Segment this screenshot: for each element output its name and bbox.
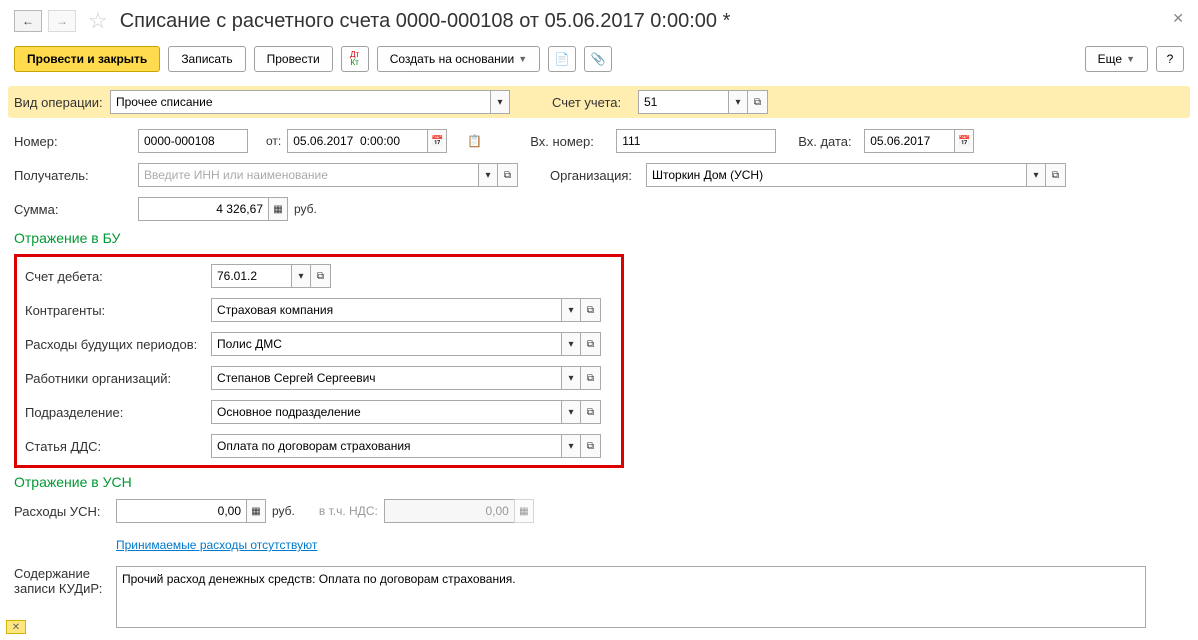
- more-button[interactable]: Еще ▼: [1085, 46, 1148, 72]
- in-date-input[interactable]: [864, 129, 954, 153]
- usn-expenses-input[interactable]: [116, 499, 246, 523]
- dtkt-button[interactable]: ДтКт: [341, 46, 369, 72]
- operation-type-label: Вид операции:: [14, 95, 104, 110]
- page-title: Списание с расчетного счета 0000-000108 …: [120, 10, 731, 33]
- more-label: Еще: [1098, 52, 1122, 66]
- favorite-icon[interactable]: ☆: [88, 8, 108, 34]
- sum-currency: руб.: [294, 202, 317, 216]
- number-label: Номер:: [14, 134, 132, 149]
- in-number-label: Вх. номер:: [530, 134, 610, 149]
- dropdown-button[interactable]: ▾: [478, 163, 498, 187]
- calendar-button[interactable]: 📅: [954, 129, 974, 153]
- workers-input[interactable]: [211, 366, 561, 390]
- bu-section-title: Отражение в БУ: [14, 230, 1184, 246]
- open-button[interactable]: ⧉: [581, 298, 601, 322]
- recipient-input[interactable]: [138, 163, 478, 187]
- open-button[interactable]: ⧉: [581, 434, 601, 458]
- create-based-on-label: Создать на основании: [390, 52, 515, 66]
- organization-label: Организация:: [550, 168, 640, 183]
- account-input[interactable]: [638, 90, 728, 114]
- dropdown-button[interactable]: ▾: [1026, 163, 1046, 187]
- calculator-button[interactable]: ▦: [246, 499, 266, 523]
- kudir-label: Содержание записи КУДиР:: [14, 566, 110, 596]
- chevron-down-icon: ▼: [1126, 54, 1135, 64]
- incl-vat-input: [384, 499, 514, 523]
- report-icon-button[interactable]: 📄: [548, 46, 576, 72]
- dropdown-button[interactable]: ▾: [728, 90, 748, 114]
- chevron-down-icon: ▼: [518, 54, 527, 64]
- debit-account-label: Счет дебета:: [25, 269, 205, 284]
- attach-icon-button[interactable]: 📎: [584, 46, 612, 72]
- from-label: от:: [266, 134, 281, 148]
- dropdown-button[interactable]: ▾: [561, 298, 581, 322]
- nav-forward-button[interactable]: →: [48, 10, 76, 32]
- future-expenses-input[interactable]: [211, 332, 561, 356]
- highlighted-bu-block: Счет дебета: ▾ ⧉ Контрагенты: ▾ ⧉ Расход…: [14, 254, 624, 468]
- open-button[interactable]: ⧉: [581, 366, 601, 390]
- sum-input[interactable]: [138, 197, 268, 221]
- calculator-button[interactable]: ▦: [268, 197, 288, 221]
- open-button[interactable]: ⧉: [311, 264, 331, 288]
- post-and-close-button[interactable]: Провести и закрыть: [14, 46, 160, 72]
- status-check-icon[interactable]: 📋: [467, 134, 482, 148]
- calculator-button: ▦: [514, 499, 534, 523]
- counterparty-input[interactable]: [211, 298, 561, 322]
- open-button[interactable]: ⧉: [498, 163, 518, 187]
- bottom-indicator-button[interactable]: ✕: [6, 620, 26, 634]
- kudir-textarea[interactable]: [116, 566, 1146, 628]
- usn-section-title: Отражение в УСН: [14, 474, 1184, 490]
- create-based-on-button[interactable]: Создать на основании▼: [377, 46, 540, 72]
- dds-label: Статья ДДС:: [25, 439, 205, 454]
- in-number-input[interactable]: [616, 129, 776, 153]
- usn-expenses-label: Расходы УСН:: [14, 504, 110, 519]
- department-label: Подразделение:: [25, 405, 205, 420]
- usn-currency: руб.: [272, 504, 295, 518]
- dropdown-button[interactable]: ▾: [561, 332, 581, 356]
- incl-vat-label: в т.ч. НДС:: [319, 504, 378, 518]
- dropdown-button[interactable]: ▾: [490, 90, 510, 114]
- save-button[interactable]: Записать: [168, 46, 245, 72]
- close-button[interactable]: ✕: [1172, 10, 1184, 27]
- counterparty-label: Контрагенты:: [25, 303, 205, 318]
- debit-account-input[interactable]: [211, 264, 291, 288]
- workers-label: Работники организаций:: [25, 371, 205, 386]
- department-input[interactable]: [211, 400, 561, 424]
- dropdown-button[interactable]: ▾: [561, 400, 581, 424]
- date-input[interactable]: [287, 129, 427, 153]
- number-input[interactable]: [138, 129, 248, 153]
- operation-type-input[interactable]: [110, 90, 490, 114]
- nav-back-button[interactable]: ←: [14, 10, 42, 32]
- future-expenses-label: Расходы будущих периодов:: [25, 337, 205, 352]
- in-date-label: Вх. дата:: [798, 134, 858, 149]
- dropdown-button[interactable]: ▾: [561, 366, 581, 390]
- sum-label: Сумма:: [14, 202, 132, 217]
- dropdown-button[interactable]: ▾: [291, 264, 311, 288]
- organization-input[interactable]: [646, 163, 1026, 187]
- help-button[interactable]: ?: [1156, 46, 1184, 72]
- open-button[interactable]: ⧉: [581, 332, 601, 356]
- open-button[interactable]: ⧉: [1046, 163, 1066, 187]
- open-button[interactable]: ⧉: [581, 400, 601, 424]
- usn-expenses-link[interactable]: Принимаемые расходы отсутствуют: [116, 538, 317, 552]
- account-label: Счет учета:: [552, 95, 632, 110]
- recipient-label: Получатель:: [14, 168, 132, 183]
- dds-input[interactable]: [211, 434, 561, 458]
- dropdown-button[interactable]: ▾: [561, 434, 581, 458]
- open-button[interactable]: ⧉: [748, 90, 768, 114]
- post-button[interactable]: Провести: [254, 46, 333, 72]
- calendar-button[interactable]: 📅: [427, 129, 447, 153]
